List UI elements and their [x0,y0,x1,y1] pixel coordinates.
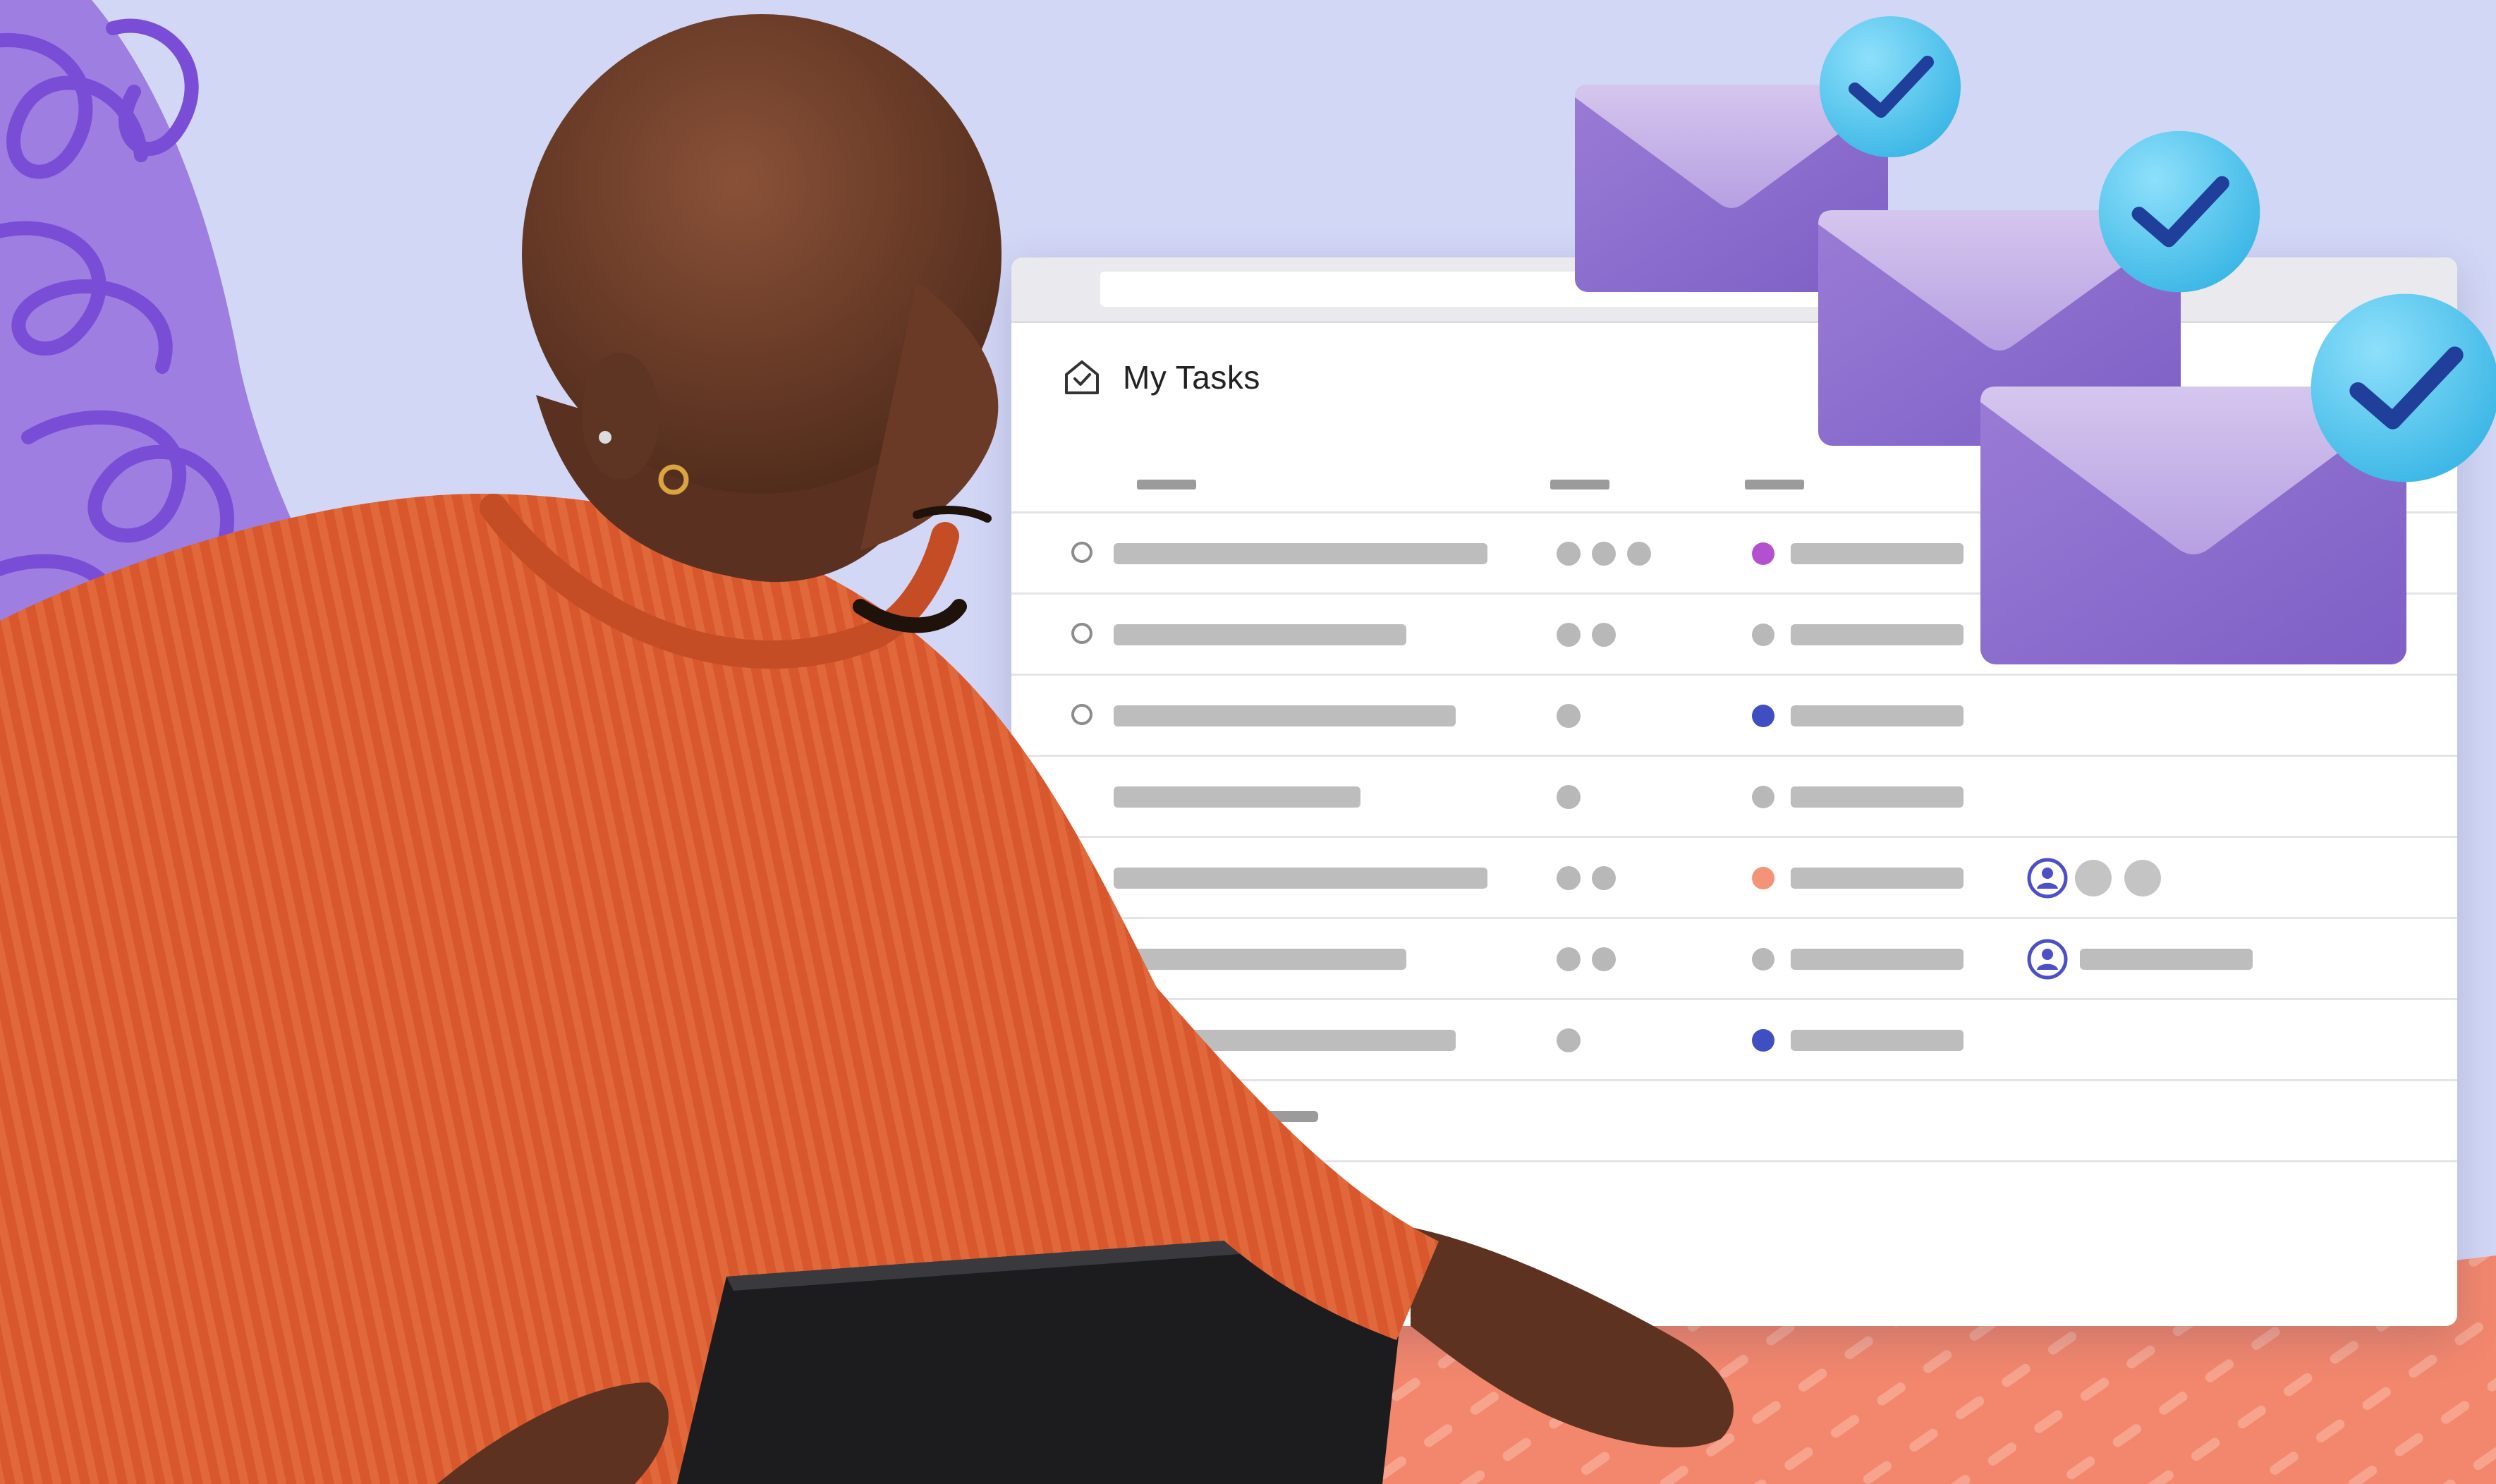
person-photo [0,14,1734,1484]
